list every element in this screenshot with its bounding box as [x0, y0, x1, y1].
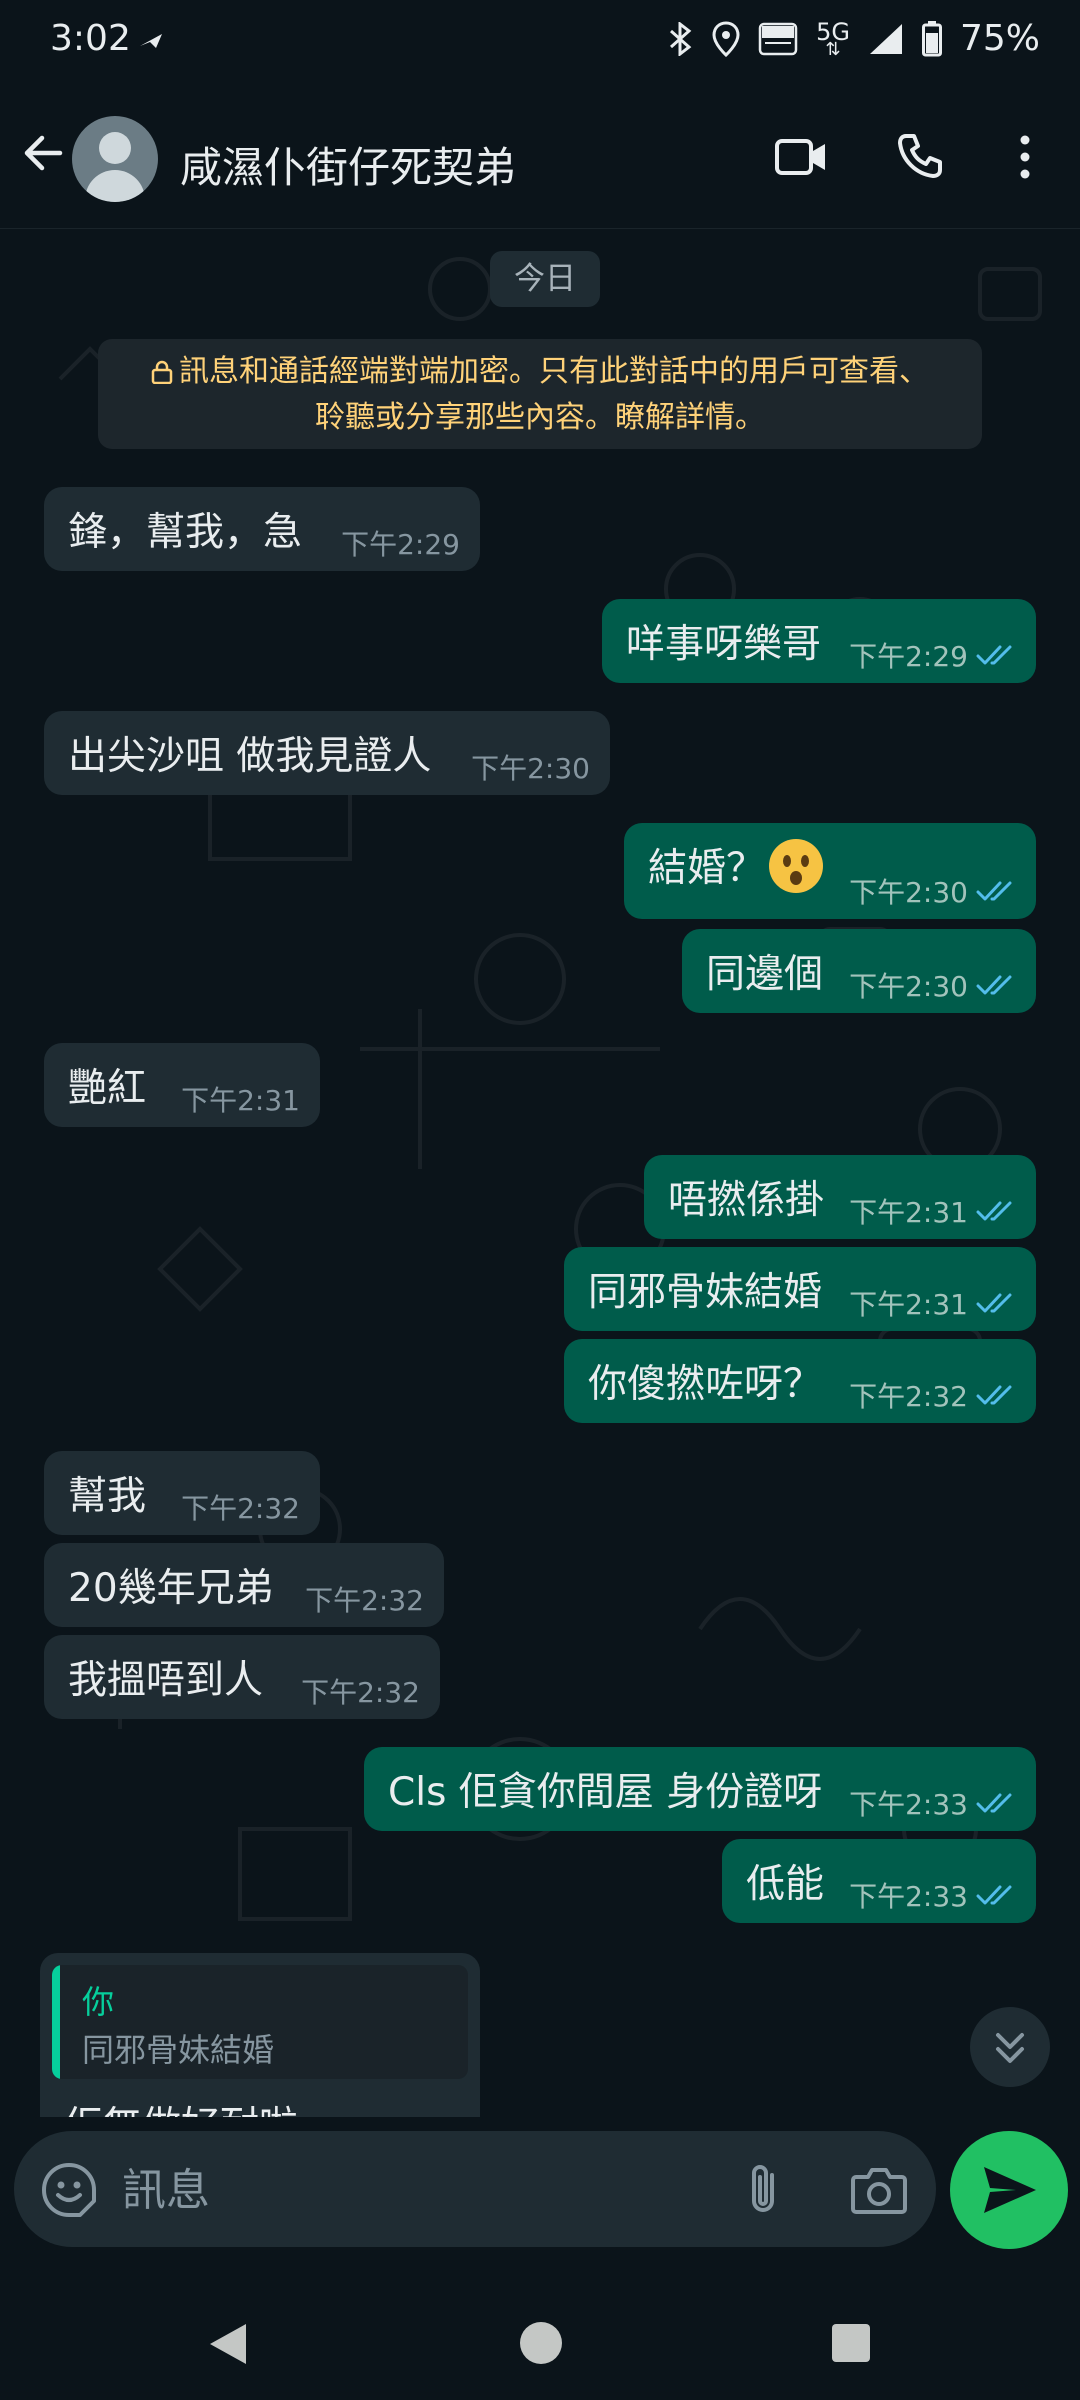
double-chevron-down-icon: [996, 2033, 1024, 2063]
status-bar: 3:02 5G ⇅ 75%: [0, 0, 1080, 86]
message-text: 出尖沙咀 做我見證人: [68, 734, 432, 779]
message-time: 下午2:29: [341, 528, 460, 561]
quote-bar: [52, 1965, 60, 2079]
message-bubble-outgoing[interactable]: Cls 佢貪你間屋 身份證呀 下午2:33: [364, 1747, 1036, 1831]
back-arrow-icon[interactable]: [18, 128, 68, 178]
message-bubble-outgoing[interactable]: 低能 下午2:33: [722, 1839, 1036, 1923]
more-options-icon[interactable]: [1010, 132, 1040, 182]
message-bubble-outgoing[interactable]: 同邊個 下午2:30: [682, 929, 1036, 1013]
avatar[interactable]: [72, 116, 158, 202]
message-text: 20幾年兄弟: [68, 1566, 274, 1611]
battery-percent: 75%: [959, 18, 1040, 59]
nav-recents-icon[interactable]: [832, 2324, 870, 2362]
message-time: 下午2:31: [849, 1288, 968, 1321]
message-input[interactable]: [120, 2155, 704, 2225]
message-text: 艷紅: [68, 1066, 147, 1111]
message-text-content: 結婚？: [648, 846, 766, 891]
status-time: 3:02: [50, 18, 131, 59]
send-icon: [984, 2167, 1036, 2213]
quoted-author: 你: [82, 1983, 115, 2021]
message-time: 下午2:30: [471, 752, 590, 785]
quoted-text: 同邪骨妹結婚: [82, 2031, 275, 2069]
message-input-container[interactable]: [14, 2131, 936, 2247]
message-text: 你傻撚咗呀？: [588, 1362, 823, 1407]
scroll-to-bottom-button[interactable]: [970, 2007, 1050, 2087]
message-bubble-outgoing[interactable]: 咩事呀樂哥 下午2:29: [602, 599, 1036, 683]
video-call-icon[interactable]: [774, 136, 828, 178]
status-icons: 5G ⇅ 75%: [668, 18, 1040, 59]
volte-icon: [758, 22, 798, 55]
read-tick-icon: [976, 1201, 1012, 1221]
message-bubble-outgoing[interactable]: 結婚？ 下午2:30: [624, 823, 1036, 919]
message-time: 下午2:30: [849, 970, 968, 1003]
encryption-line-2: 聆聽或分享那些內容。瞭解詳情。: [315, 400, 765, 435]
message-bubble-incoming[interactable]: 幫我 下午2:32: [44, 1451, 320, 1535]
date-chip: 今日: [490, 251, 600, 307]
composer: [0, 2117, 1080, 2290]
message-bubble-incoming[interactable]: 出尖沙咀 做我見證人 下午2:30: [44, 711, 610, 795]
message-time: 下午2:31: [181, 1084, 300, 1117]
read-tick-icon: [976, 975, 1012, 995]
send-button[interactable]: [950, 2131, 1068, 2249]
chat-area[interactable]: 今日 訊息和通話經端對端加密。只有此對話中的用戶可查看、 聆聽或分享那些內容。瞭…: [0, 229, 1080, 2117]
message-text: 咩事呀樂哥: [626, 622, 822, 667]
navigation-arrow-icon: [140, 34, 162, 48]
quoted-message[interactable]: 你 同邪骨妹結婚: [52, 1965, 468, 2079]
message-text: 唔撚係掛: [668, 1178, 825, 1223]
camera-icon[interactable]: [850, 2165, 908, 2215]
battery-icon: [921, 20, 942, 56]
message-text: 佢無做好耐啦: [64, 2095, 298, 2117]
message-time: 下午2:29: [849, 640, 968, 673]
message-text: Cls 佢貪你間屋 身份證呀: [388, 1770, 823, 1815]
message-time: 下午2:32: [301, 1676, 420, 1709]
read-tick-icon: [976, 1385, 1012, 1405]
contact-name[interactable]: 咸濕仆街仔死契弟: [180, 134, 516, 195]
encryption-line-1: 訊息和通話經端對端加密。只有此對話中的用戶可查看、: [179, 354, 929, 389]
hushed-face-emoji-icon: [769, 839, 824, 893]
message-bubble-outgoing[interactable]: 唔撚係掛 下午2:31: [644, 1155, 1036, 1239]
location-icon: [712, 20, 740, 57]
lock-icon: [151, 360, 173, 384]
message-text: 同邊個: [706, 952, 824, 997]
read-tick-icon: [976, 645, 1012, 665]
message-time: 下午2:33: [849, 1880, 968, 1913]
message-text: 低能: [746, 1862, 825, 1907]
message-time: 下午2:32: [849, 1380, 968, 1413]
message-text: 我搵唔到人: [68, 1658, 264, 1703]
message-bubble-incoming[interactable]: 艷紅 下午2:31: [44, 1043, 320, 1127]
message-text: 幫我: [68, 1474, 147, 1519]
message-text: 同邪骨妹結婚: [588, 1270, 823, 1315]
read-tick-icon: [976, 1793, 1012, 1813]
message-bubble-incoming[interactable]: 鋒，幫我，急 下午2:29: [44, 487, 480, 571]
message-text: 鋒，幫我，急: [68, 510, 303, 555]
network-5g-icon: 5G ⇅: [816, 17, 850, 60]
message-time: 下午2:31: [849, 1196, 968, 1229]
voice-call-icon[interactable]: [896, 132, 944, 180]
read-tick-icon: [976, 1293, 1012, 1313]
bluetooth-icon: [670, 21, 692, 56]
system-nav-bar: [0, 2290, 1080, 2400]
chat-header: 咸濕仆街仔死契弟: [0, 86, 1080, 229]
message-time: 下午2:32: [181, 1492, 300, 1525]
read-tick-icon: [976, 881, 1012, 901]
message-bubble-outgoing[interactable]: 同邪骨妹結婚 下午2:31: [564, 1247, 1036, 1331]
sticker-emoji-icon[interactable]: [40, 2161, 98, 2219]
message-bubble-incoming[interactable]: 我搵唔到人 下午2:32: [44, 1635, 440, 1719]
signal-icon: [869, 23, 902, 54]
nav-back-icon[interactable]: [206, 2320, 250, 2368]
message-time: 下午2:32: [305, 1584, 424, 1617]
read-tick-icon: [976, 1885, 1012, 1905]
message-bubble-outgoing[interactable]: 你傻撚咗呀？ 下午2:32: [564, 1339, 1036, 1423]
encryption-notice[interactable]: 訊息和通話經端對端加密。只有此對話中的用戶可查看、 聆聽或分享那些內容。瞭解詳情…: [98, 339, 982, 449]
message-time: 下午2:33: [849, 1788, 968, 1821]
nav-home-icon[interactable]: [520, 2322, 562, 2364]
message-text: 結婚？: [648, 837, 824, 893]
message-bubble-incoming[interactable]: 20幾年兄弟 下午2:32: [44, 1543, 444, 1627]
message-time: 下午2:30: [849, 876, 968, 909]
paperclip-icon[interactable]: [738, 2161, 790, 2219]
message-bubble-reply[interactable]: 你 同邪骨妹結婚 佢無做好耐啦: [40, 1953, 480, 2117]
